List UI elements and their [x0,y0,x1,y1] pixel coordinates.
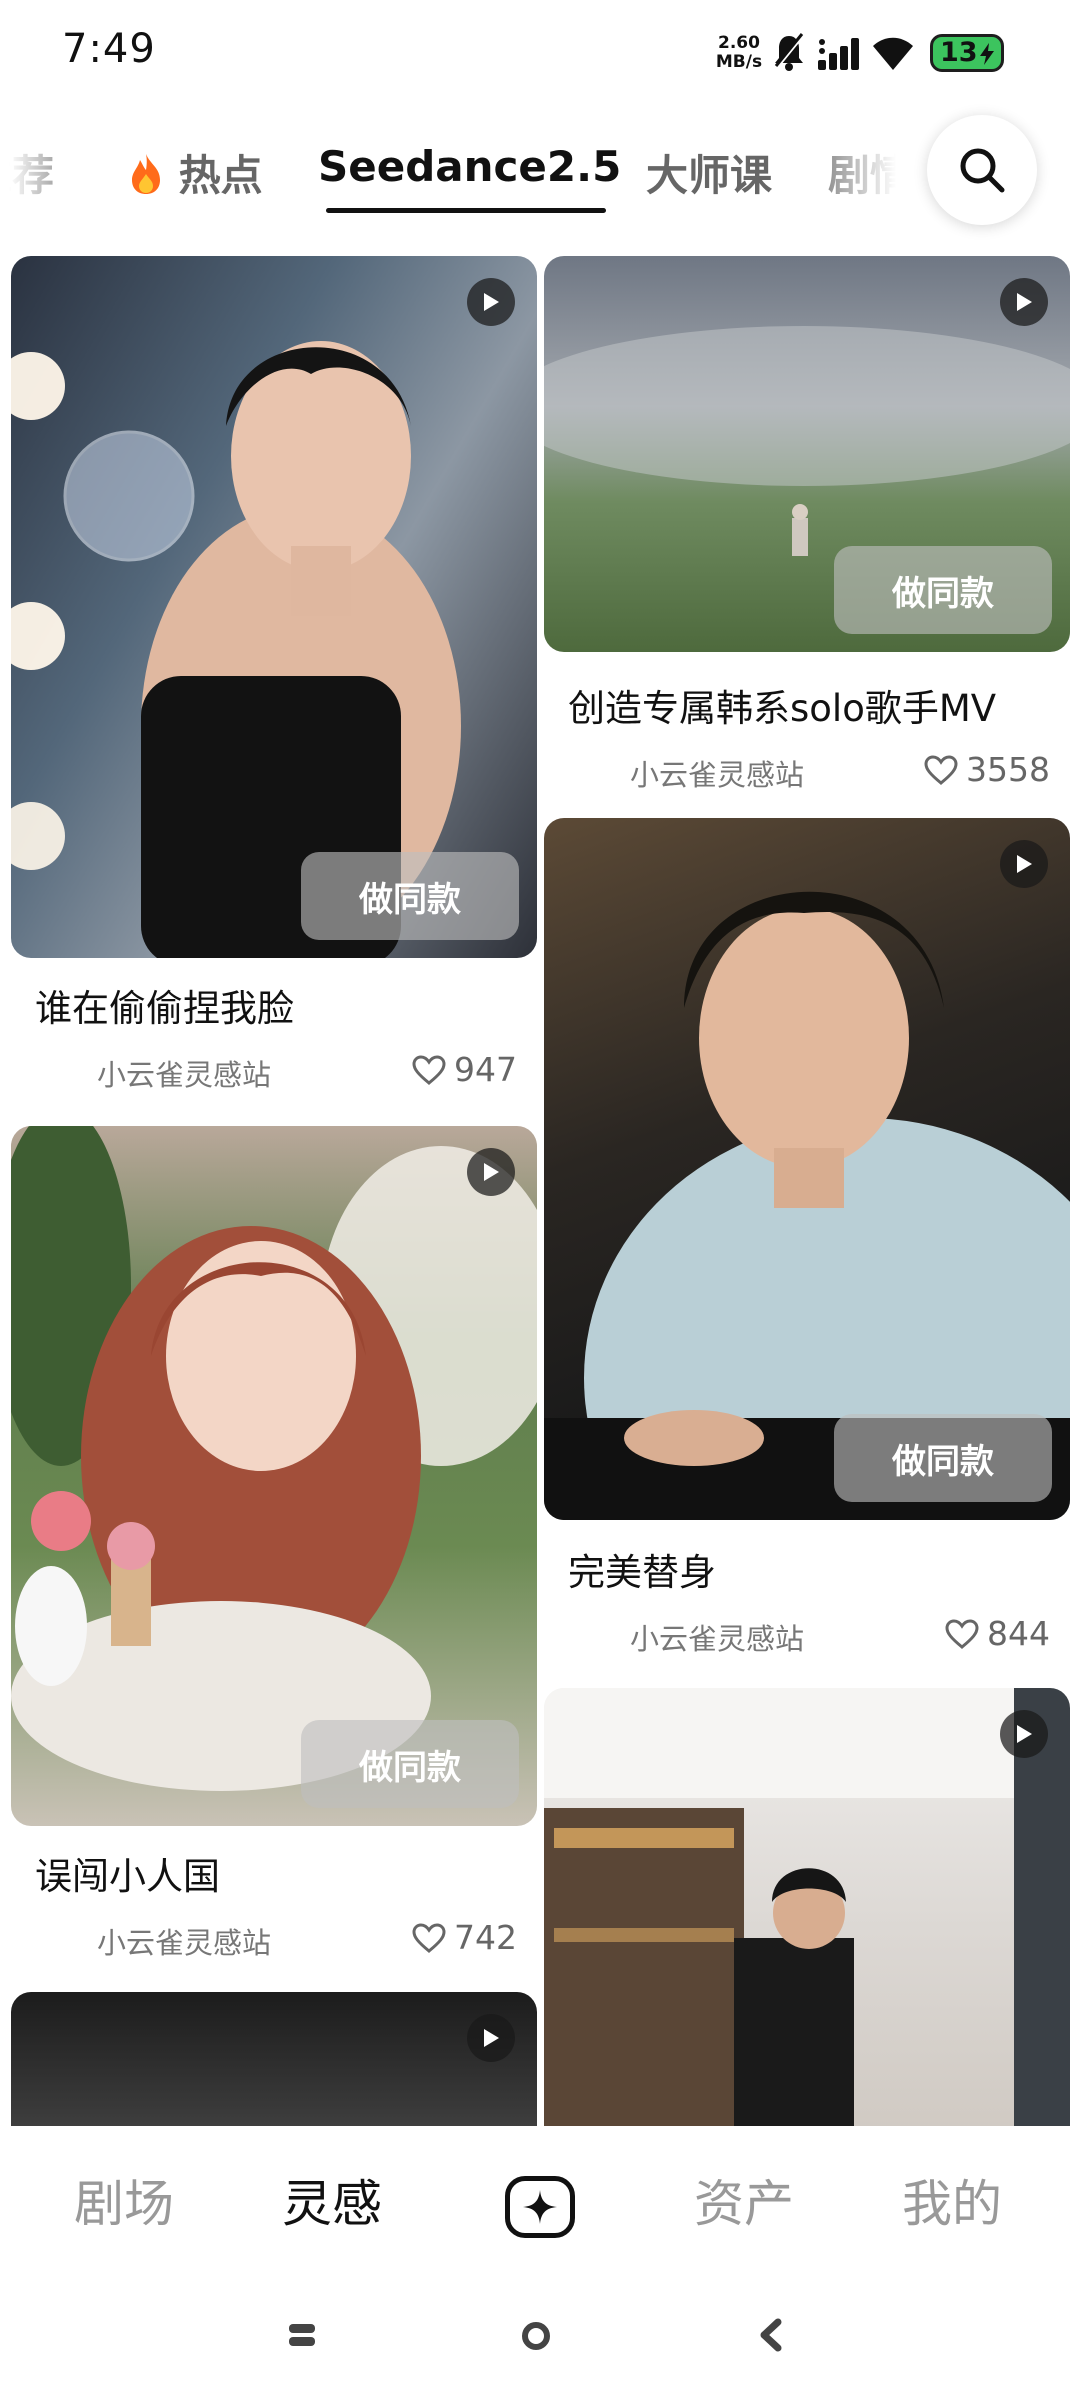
nav-assets[interactable]: 资产 [694,2164,794,2236]
play-icon[interactable] [467,2014,515,2062]
active-tab-indicator [326,208,606,213]
remix-button[interactable]: 做同款 [834,546,1052,634]
system-navigation-bar [0,2276,1080,2400]
remix-button[interactable]: 做同款 [301,1720,519,1808]
nav-profile[interactable]: 我的 [902,2164,1002,2236]
play-icon[interactable] [1000,840,1048,888]
play-icon[interactable] [1000,278,1048,326]
like-count[interactable]: 3558 [924,750,1050,789]
card-author: 小云雀灵感站 [630,758,805,792]
fire-icon [132,154,160,194]
nav-inspiration[interactable]: 灵感 [282,2164,382,2236]
video-thumbnail[interactable] [11,1992,537,2126]
search-button[interactable] [927,115,1037,225]
card-title: 完美替身 [568,1551,716,1594]
card-title: 创造专属韩系solo歌手MV [568,687,997,730]
recents-icon[interactable] [287,2320,317,2350]
tab-fade-right [800,122,920,218]
heart-icon [412,1922,446,1953]
play-icon[interactable] [467,278,515,326]
video-thumbnail[interactable] [544,1688,1070,2126]
create-sparkle-icon [523,2190,557,2224]
category-tabs: 推荐 热点 Seedance2.5 大师课 剧情 [0,122,1080,218]
inspiration-feed[interactable]: 做同款 谁在偷偷捏我脸 小云雀灵感站 947 做同款 误闯小人国 小云雀灵感站 … [0,256,1080,2126]
network-speed: 2.60 MB/s [715,33,763,72]
card-title: 谁在偷偷捏我脸 [35,987,294,1030]
play-icon[interactable] [1000,1710,1048,1758]
tab-fade-left [0,122,90,218]
search-icon [960,148,1005,193]
tab-seedance[interactable]: Seedance2.5 [318,142,621,191]
remix-button[interactable]: 做同款 [301,852,519,940]
thumbnail-art [544,1688,1070,2126]
like-count[interactable]: 844 [945,1614,1050,1653]
card-author: 小云雀灵感站 [630,1622,805,1656]
card-title: 误闯小人国 [35,1855,220,1898]
heart-icon [412,1054,446,1085]
like-count[interactable]: 947 [412,1050,517,1089]
create-button[interactable] [505,2176,575,2238]
video-thumbnail[interactable]: 做同款 [544,256,1070,652]
dnd-bell-icon [774,33,804,71]
video-thumbnail[interactable]: 做同款 [544,818,1070,1520]
card-author: 小云雀灵感站 [97,1926,272,1960]
battery-icon: 13 [930,34,1004,72]
home-icon[interactable] [520,2320,552,2352]
card-author: 小云雀灵感站 [97,1058,272,1092]
play-icon[interactable] [467,1148,515,1196]
remix-button[interactable]: 做同款 [834,1414,1052,1502]
bottom-navigation: 剧场 灵感 资产 我的 [0,2126,1080,2276]
video-thumbnail[interactable]: 做同款 [11,256,537,958]
heart-icon [945,1618,979,1649]
app-root: 7:49 2.60 MB/s 13 推荐 [0,0,1080,2400]
back-icon[interactable] [758,2318,782,2352]
heart-icon [924,754,958,785]
status-time: 7:49 [62,26,156,72]
charging-bolt-icon [980,43,994,65]
signal-icon [818,38,859,70]
wifi-icon [873,37,913,70]
video-thumbnail[interactable]: 做同款 [11,1126,537,1826]
nav-theater[interactable]: 剧场 [74,2164,174,2236]
status-bar: 7:49 2.60 MB/s 13 [0,0,1080,104]
tab-masterclass[interactable]: 大师课 [646,142,772,203]
tab-hot[interactable]: 热点 [128,142,263,203]
like-count[interactable]: 742 [412,1918,517,1957]
